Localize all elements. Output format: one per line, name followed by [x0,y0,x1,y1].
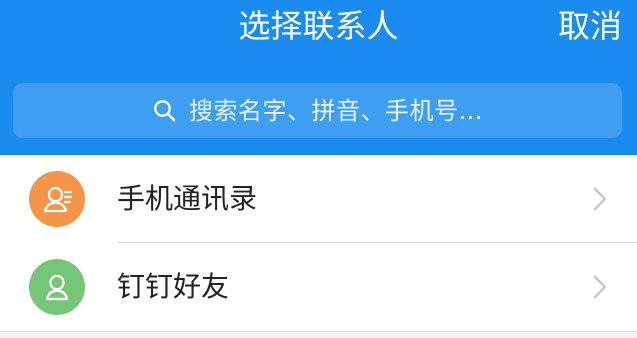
chevron-right-icon [593,274,607,300]
friend-person-icon [29,259,85,315]
search-icon [152,98,177,123]
page-title: 选择联系人 [238,7,399,45]
dingtalk-friends-row[interactable]: 钉钉好友 [0,243,637,331]
dingtalk-friends-label: 钉钉好友 [117,270,230,303]
top-header: 选择联系人 取消 搜索名字、拼音、手机号... [0,0,637,155]
list-bottom-divider [0,331,637,332]
contact-source-list: 手机通讯录 钉钉好友 [0,155,637,331]
cancel-button[interactable]: 取消 [558,4,622,48]
phone-contacts-label: 手机通讯录 [117,182,258,215]
select-contacts-screen: 选择联系人 取消 搜索名字、拼音、手机号... 手机通讯录 钉钉好友 [0,0,637,338]
search-box[interactable]: 搜索名字、拼音、手机号... [13,83,622,138]
chevron-right-icon [593,186,607,212]
phonebook-contact-icon [29,171,85,227]
search-input-placeholder: 搜索名字、拼音、手机号... [189,96,483,125]
phone-contacts-row[interactable]: 手机通讯录 [0,155,637,243]
